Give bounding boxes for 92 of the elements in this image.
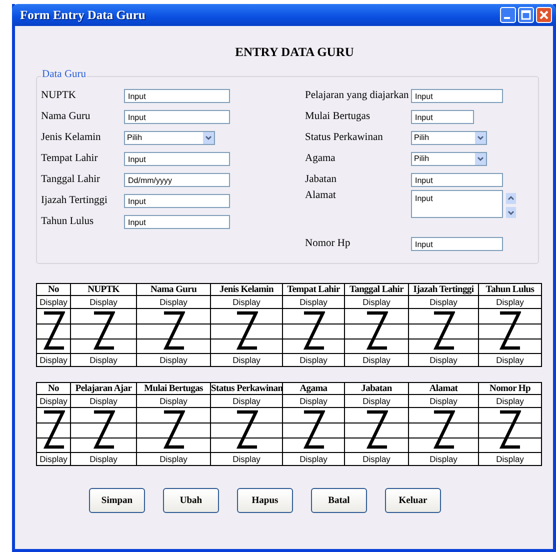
table-cell: Display <box>136 452 210 466</box>
scroll-up-icon[interactable] <box>506 193 516 204</box>
zigzag-icon <box>432 311 454 351</box>
action-button[interactable]: Keluar <box>385 488 441 513</box>
field-label: Mulai Bertugas <box>305 111 372 122</box>
field-label: NUPTK <box>41 90 78 101</box>
table-cell: Display <box>408 354 478 366</box>
field-label: Jenis Kelamin <box>41 132 102 143</box>
caret-icon <box>475 152 486 164</box>
zigzag-icon <box>162 311 184 351</box>
field-label: Agama <box>305 153 336 164</box>
zigzag-icon <box>236 311 258 351</box>
column-header: Nama Guru <box>136 284 210 296</box>
zigzag-icon <box>42 410 64 450</box>
table-cell: Display <box>408 452 478 466</box>
group-legend: Data Guru <box>41 69 88 80</box>
text-area[interactable]: Input <box>411 190 503 218</box>
caret-icon <box>475 132 486 144</box>
zigzag-icon <box>432 410 454 450</box>
close-button[interactable] <box>536 7 552 23</box>
zigzag-icon <box>366 311 388 351</box>
field-label: Tahun Lulus <box>41 216 95 227</box>
column-header: Tahun Lulus <box>478 284 542 296</box>
action-button[interactable]: Hapus <box>237 488 293 513</box>
table-cell: Display <box>70 354 136 366</box>
field-label: Pelajaran yang diajarkan <box>305 90 410 101</box>
column-header: Nomor Hp <box>478 382 542 394</box>
minimize-button[interactable] <box>500 7 516 23</box>
input-field[interactable]: Input <box>124 194 230 208</box>
column-header: Ijazah Tertinggi <box>408 284 478 296</box>
input-field[interactable]: Input <box>124 110 230 124</box>
table-cell: Display <box>70 452 136 466</box>
table-cell: Display <box>36 452 70 466</box>
column-header: No <box>36 382 70 394</box>
column-header: No <box>36 284 70 296</box>
field-label: Ijazah Tertinggi <box>41 195 108 206</box>
field-label: Nama Guru <box>41 111 92 122</box>
dropdown[interactable]: Pilih <box>124 130 215 144</box>
zigzag-icon <box>499 311 521 351</box>
table-cell: Display <box>344 452 408 466</box>
maximize-button[interactable] <box>518 7 534 23</box>
column-header: Pelajaran Ajar <box>70 382 136 394</box>
input-field[interactable]: Input <box>411 110 474 124</box>
caret-icon <box>203 132 214 144</box>
column-header: Jabatan <box>344 382 408 394</box>
zigzag-icon <box>302 311 324 351</box>
column-header: Status Perkawinan <box>210 382 282 394</box>
column-header: Tanggal Lahir <box>344 284 408 296</box>
zigzag-icon <box>236 410 258 450</box>
zigzag-icon <box>366 410 388 450</box>
column-header: Tempat Lahir <box>282 284 344 296</box>
table-cell: Display <box>210 452 282 466</box>
input-field[interactable]: Input <box>411 88 503 102</box>
table-cell: Display <box>36 354 70 366</box>
field-label: Tempat Lahir <box>41 153 99 164</box>
action-button[interactable]: Batal <box>311 488 367 513</box>
table-cell: Display <box>478 452 542 466</box>
dropdown[interactable]: Pilih <box>411 152 487 166</box>
field-label: Jabatan <box>305 174 338 185</box>
table-cell: Display <box>478 354 542 366</box>
field-label: Alamat <box>305 190 337 201</box>
action-button[interactable]: Ubah <box>163 488 219 513</box>
zigzag-icon <box>302 410 324 450</box>
field-label: Nomor Hp <box>305 238 352 249</box>
input-field[interactable]: Input <box>124 152 230 166</box>
column-header: Jenis Kelamin <box>210 284 282 296</box>
table-cell: Display <box>210 354 282 366</box>
column-header: NUPTK <box>70 284 136 296</box>
zigzag-icon <box>92 311 114 351</box>
form-heading: ENTRY DATA GURU <box>235 45 354 60</box>
field-label: Tanggal Lahir <box>41 174 102 185</box>
column-header: Agama <box>282 382 344 394</box>
field-label: Status Perkawinan <box>305 132 384 143</box>
table-cell: Display <box>136 354 210 366</box>
table-cell: Display <box>282 354 344 366</box>
window-title: Form Entry Data Guru <box>20 8 146 22</box>
dropdown[interactable]: Pilih <box>411 130 487 144</box>
input-field[interactable]: Input <box>124 88 230 102</box>
zigzag-icon <box>92 410 114 450</box>
table-cell: Display <box>344 354 408 366</box>
scroll-down-icon[interactable] <box>506 207 516 218</box>
zigzag-icon <box>499 410 521 450</box>
zigzag-icon <box>162 410 184 450</box>
table-cell: Display <box>282 452 344 466</box>
input-field[interactable]: Input <box>411 172 503 186</box>
action-button[interactable]: Simpan <box>89 488 145 513</box>
column-header: Alamat <box>408 382 478 394</box>
zigzag-icon <box>42 311 64 351</box>
input-field[interactable]: Input <box>411 236 503 250</box>
column-header: Mulai Bertugas <box>136 382 210 394</box>
input-field[interactable]: Dd/mm/yyyy <box>124 172 230 186</box>
input-field[interactable]: Input <box>124 214 230 228</box>
